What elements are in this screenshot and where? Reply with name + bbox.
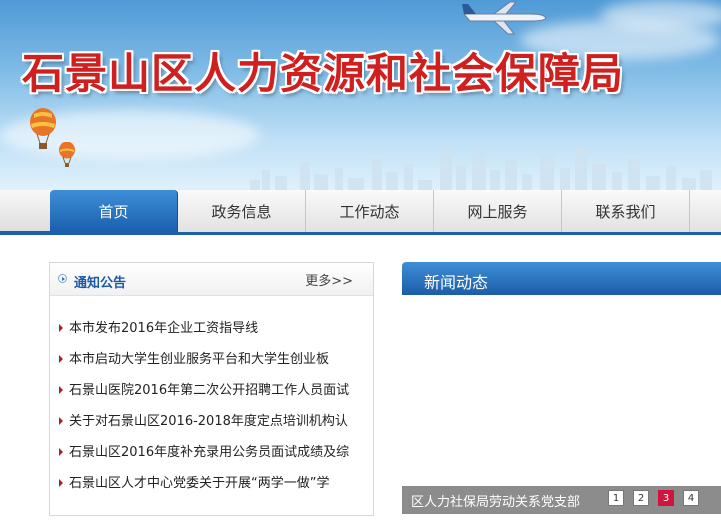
news-panel-header: 新闻动态: [402, 262, 721, 295]
notice-list: 本市发布2016年企业工资指导线 本市启动大学生创业服务平台和大学生创业板 石景…: [50, 318, 373, 504]
notice-item-text: 石景山区2016年度补充录用公务员面试成绩及综: [69, 445, 350, 460]
slide-page-button[interactable]: 2: [633, 490, 649, 506]
notice-item-text: 石景山区人才中心党委关于开展“两学一做”学: [69, 476, 330, 491]
news-slide-caption[interactable]: 区人力社保局劳动关系党支部: [411, 491, 580, 510]
circle-arrow-icon: [58, 274, 67, 283]
cloud: [600, 0, 721, 30]
triangle-bullet-icon: [59, 448, 63, 456]
notice-more-link[interactable]: 更多>>: [305, 270, 353, 289]
nav-item-online-services[interactable]: 网上服务: [434, 190, 562, 232]
notice-item[interactable]: 石景山医院2016年第二次公开招聘工作人员面试: [50, 380, 373, 411]
notice-item-text: 石景山医院2016年第二次公开招聘工作人员面试: [69, 383, 350, 398]
notice-item[interactable]: 石景山区2016年度补充录用公务员面试成绩及综: [50, 442, 373, 473]
slideshow-pager: 1 2 3 4: [608, 490, 699, 506]
header-banner: 石景山区人力资源和社会保障局: [0, 0, 721, 200]
notice-item-text: 本市发布2016年企业工资指导线: [69, 321, 259, 336]
airplane-icon: [462, 1, 547, 35]
nav-item-government-info[interactable]: 政务信息: [178, 190, 306, 232]
notice-panel: 通知公告 更多>> 本市发布2016年企业工资指导线 本市启动大学生创业服务平台…: [49, 262, 374, 516]
triangle-bullet-icon: [59, 355, 63, 363]
notice-item[interactable]: 本市发布2016年企业工资指导线: [50, 318, 373, 349]
notice-item-text: 关于对石景山区2016-2018年度定点培训机构认: [69, 414, 348, 429]
news-panel-title: 新闻动态: [424, 273, 489, 292]
triangle-bullet-icon: [59, 324, 63, 332]
nav-item-contact-us[interactable]: 联系我们: [562, 190, 690, 232]
triangle-bullet-icon: [59, 479, 63, 487]
slide-page-button-active[interactable]: 3: [658, 490, 674, 506]
site-title: 石景山区人力资源和社会保障局: [22, 49, 625, 98]
news-slideshow-caption-bar: 区人力社保局劳动关系党支部 1 2 3 4: [402, 486, 721, 514]
notice-item[interactable]: 关于对石景山区2016-2018年度定点培训机构认: [50, 411, 373, 442]
notice-item[interactable]: 本市启动大学生创业服务平台和大学生创业板: [50, 349, 373, 380]
notice-panel-header: 通知公告 更多>>: [50, 263, 373, 296]
triangle-bullet-icon: [59, 417, 63, 425]
notice-item-text: 本市启动大学生创业服务平台和大学生创业板: [69, 352, 330, 367]
nav-item-overflow: [690, 190, 721, 232]
notice-item[interactable]: 石景山区人才中心党委关于开展“两学一做”学: [50, 473, 373, 504]
slide-page-button[interactable]: 1: [608, 490, 624, 506]
nav-item-work-news[interactable]: 工作动态: [306, 190, 434, 232]
slide-page-button[interactable]: 4: [683, 490, 699, 506]
main-nav: 首页 政务信息 工作动态 网上服务 联系我们: [50, 190, 721, 232]
triangle-bullet-icon: [59, 386, 63, 394]
notice-panel-title: 通知公告: [74, 276, 127, 291]
nav-item-home[interactable]: 首页: [50, 190, 178, 232]
